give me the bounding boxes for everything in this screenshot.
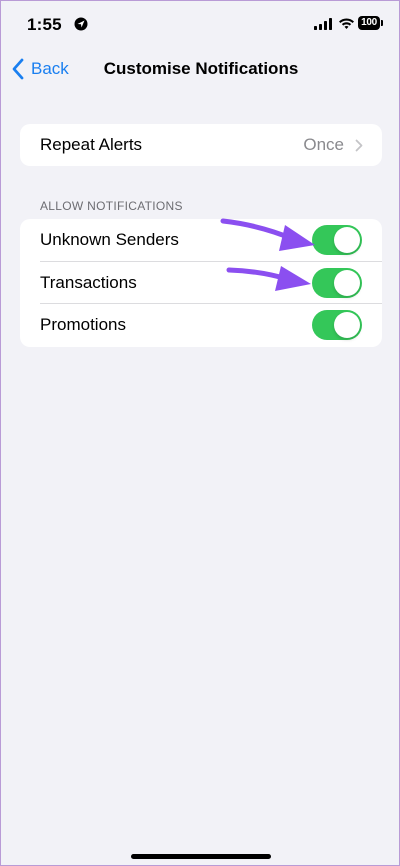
transactions-label: Transactions <box>40 272 137 292</box>
notification-row-unknown-senders: Unknown Senders <box>20 219 382 262</box>
unknown-senders-label: Unknown Senders <box>40 230 179 250</box>
toggle-knob <box>334 269 360 296</box>
allow-notifications-card: Unknown Senders Transactions Promotions <box>20 219 382 347</box>
location-icon <box>74 17 88 31</box>
repeat-alerts-label: Repeat Alerts <box>40 135 143 154</box>
back-button[interactable]: Back <box>11 49 69 89</box>
toggle-knob <box>334 312 360 339</box>
repeat-alerts-row[interactable]: Repeat Alerts Once <box>20 124 382 166</box>
annotation-arrow-icon <box>220 218 315 251</box>
repeat-alerts-card: Repeat Alerts Once <box>20 124 382 166</box>
promotions-label: Promotions <box>40 315 126 335</box>
home-indicator <box>131 854 271 859</box>
back-label: Back <box>31 59 69 78</box>
promotions-toggle[interactable] <box>312 310 362 341</box>
chevron-left-icon <box>12 58 24 80</box>
chevron-right-icon <box>355 139 363 152</box>
unknown-senders-toggle[interactable] <box>312 225 362 255</box>
status-bar: 1:55 100 <box>1 1 400 49</box>
toggle-knob <box>334 227 360 253</box>
notification-row-transactions: Transactions <box>20 262 382 305</box>
battery-cap <box>381 20 383 26</box>
annotation-arrow-icon <box>226 266 311 291</box>
battery-icon: 100 <box>358 16 384 30</box>
cellular-signal-icon <box>314 18 332 30</box>
allow-notifications-header: ALLOW NOTIFICATIONS <box>40 199 183 213</box>
repeat-alerts-value: Once <box>303 135 344 154</box>
wifi-icon <box>339 18 354 29</box>
battery-level: 100 <box>358 16 380 30</box>
navigation-bar: Customise Notifications Back <box>1 49 400 89</box>
transactions-toggle[interactable] <box>312 267 362 298</box>
status-time: 1:55 <box>27 15 62 34</box>
notification-row-promotions: Promotions <box>20 304 382 347</box>
